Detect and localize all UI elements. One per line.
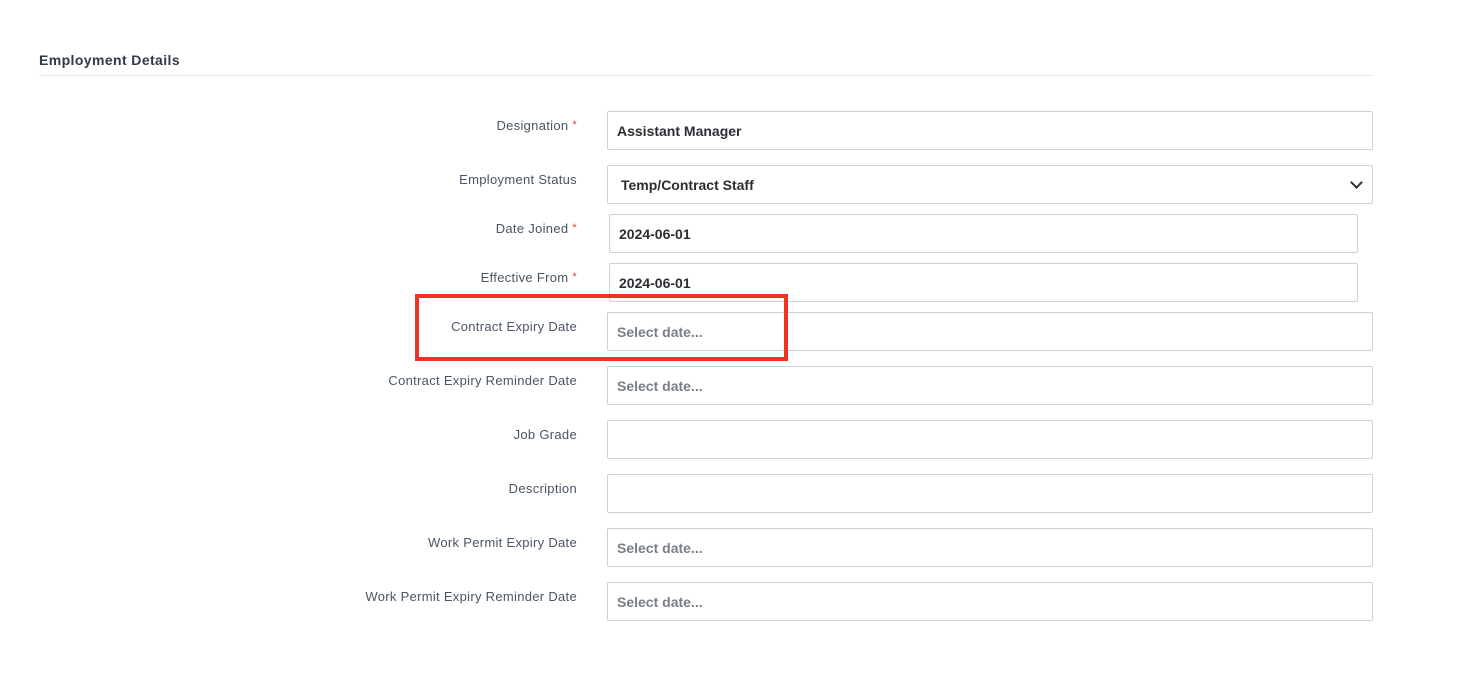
required-marker: * bbox=[572, 271, 577, 283]
designation-value: Assistant Manager bbox=[617, 122, 742, 139]
job-grade-label-text: Job Grade bbox=[513, 427, 577, 442]
employment-status-select[interactable]: Temp/Contract Staff bbox=[607, 165, 1373, 204]
required-marker: * bbox=[572, 119, 577, 131]
contract-expiry-date-label-text: Contract Expiry Date bbox=[451, 319, 577, 334]
designation-label: Designation * bbox=[496, 118, 577, 133]
job-grade-input[interactable] bbox=[607, 420, 1373, 459]
work-permit-expiry-date-label-text: Work Permit Expiry Date bbox=[428, 535, 577, 550]
designation-label-text: Designation bbox=[496, 118, 569, 133]
work-permit-expiry-reminder-date-label: Work Permit Expiry Reminder Date bbox=[365, 589, 577, 604]
section-title: Employment Details bbox=[39, 52, 181, 68]
work-permit-expiry-reminder-date-label-text: Work Permit Expiry Reminder Date bbox=[365, 589, 577, 604]
date-joined-value: 2024-06-01 bbox=[619, 225, 691, 242]
effective-from-label: Effective From * bbox=[481, 270, 577, 285]
description-input[interactable] bbox=[607, 474, 1373, 513]
designation-input[interactable]: Assistant Manager bbox=[607, 111, 1373, 150]
employment-status-label: Employment Status bbox=[459, 172, 577, 187]
contract-expiry-date-label: Contract Expiry Date bbox=[451, 319, 577, 334]
description-label: Description bbox=[509, 481, 577, 496]
employment-status-label-text: Employment Status bbox=[459, 172, 577, 187]
date-joined-input[interactable]: 2024-06-01 bbox=[609, 214, 1358, 253]
employment-status-value: Temp/Contract Staff bbox=[621, 176, 754, 193]
contract-expiry-reminder-date-label-text: Contract Expiry Reminder Date bbox=[388, 373, 577, 388]
work-permit-expiry-date-placeholder: Select date... bbox=[617, 539, 703, 556]
contract-expiry-reminder-date-input[interactable]: Select date... bbox=[607, 366, 1373, 405]
effective-from-label-text: Effective From bbox=[480, 270, 569, 285]
work-permit-expiry-date-input[interactable]: Select date... bbox=[607, 528, 1373, 567]
contract-expiry-reminder-date-label: Contract Expiry Reminder Date bbox=[388, 373, 577, 388]
work-permit-expiry-reminder-date-placeholder: Select date... bbox=[617, 593, 703, 610]
contract-expiry-reminder-date-placeholder: Select date... bbox=[617, 377, 703, 394]
chevron-down-icon bbox=[1350, 175, 1363, 189]
contract-expiry-date-input[interactable]: Select date... bbox=[607, 312, 1373, 351]
effective-from-value: 2024-06-01 bbox=[619, 274, 691, 291]
work-permit-expiry-reminder-date-input[interactable]: Select date... bbox=[607, 582, 1373, 621]
description-label-text: Description bbox=[508, 481, 577, 496]
required-marker: * bbox=[572, 222, 577, 234]
date-joined-label: Date Joined * bbox=[496, 221, 577, 236]
job-grade-label: Job Grade bbox=[514, 427, 577, 442]
contract-expiry-date-placeholder: Select date... bbox=[617, 323, 703, 340]
date-joined-label-text: Date Joined bbox=[495, 221, 569, 236]
effective-from-input[interactable]: 2024-06-01 bbox=[609, 263, 1358, 302]
work-permit-expiry-date-label: Work Permit Expiry Date bbox=[428, 535, 577, 550]
section-divider bbox=[39, 75, 1373, 76]
